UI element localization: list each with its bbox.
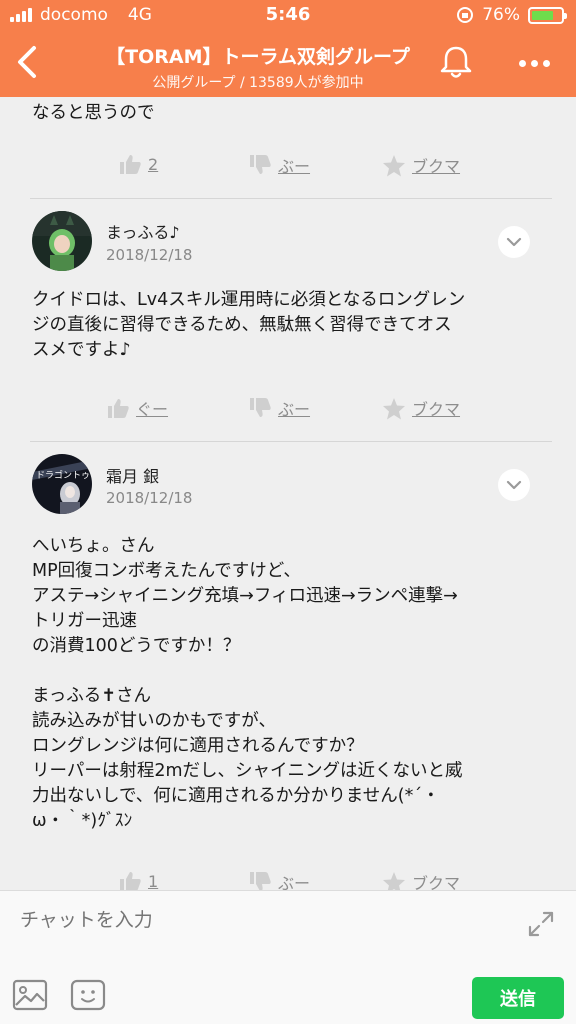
author-name[interactable]: 霜月 銀 [106, 463, 159, 487]
star-icon [383, 154, 405, 176]
post-actions: ぐー ぶー ブクマ [0, 396, 576, 426]
back-arrow-icon[interactable] [8, 40, 48, 84]
post-date: 2018/12/18 [106, 246, 193, 264]
divider [30, 198, 552, 199]
thumbs-up-icon [108, 399, 129, 418]
status-bar: docomo 4G 5:46 76% [0, 0, 576, 30]
star-icon [383, 397, 405, 419]
boo-label: ぶー [278, 874, 311, 890]
stamp-icon[interactable] [70, 979, 106, 1011]
bookmark-button[interactable]: ブクマ [382, 396, 460, 420]
post-date: 2018/12/18 [106, 489, 193, 507]
chevron-down-icon [506, 480, 522, 490]
avatar-text: ドラゴントゥ [36, 469, 90, 481]
like-button[interactable]: 1 [118, 870, 158, 890]
group-title: 【TORAM】トーラム双剣グループ [106, 46, 410, 68]
post-actions: 2 ぶー ブクマ [0, 153, 576, 183]
group-subtitle: 公開グループ / 13589人が参加中 [152, 75, 364, 91]
bell-icon[interactable] [436, 42, 476, 82]
boo-button[interactable]: ぶー [248, 396, 310, 420]
more-menu-icon[interactable] [512, 48, 556, 78]
bookmark-label: ブクマ [412, 874, 461, 890]
group-title-box[interactable]: 【TORAM】トーラム双剣グループ 公開グループ / 13589人が参加中 [70, 42, 446, 92]
like-button[interactable]: ぐー [106, 396, 168, 420]
avatar[interactable]: ドラゴントゥ [32, 454, 92, 514]
chat-input-bar: 送信 [0, 890, 576, 1024]
star-icon [383, 871, 405, 890]
boo-button[interactable]: ぶー [248, 153, 310, 177]
thumbs-down-icon [250, 155, 271, 174]
author-name[interactable]: まっふる♪ [106, 219, 180, 243]
boo-label: ぶー [278, 157, 311, 176]
thumbs-down-icon [250, 872, 271, 890]
expand-icon[interactable] [526, 909, 556, 939]
post-options-button[interactable] [498, 469, 530, 501]
post-actions: 1 ぶー ブクマ [0, 870, 576, 890]
thumbs-down-icon [250, 398, 271, 417]
bookmark-label: ブクマ [412, 157, 461, 176]
thumbs-up-icon [120, 872, 141, 890]
avatar[interactable] [32, 211, 92, 271]
divider [30, 441, 552, 442]
chat-feed[interactable]: なると思うので 2 ぶー ブクマ まっふる♪ 2018/12/18 クイドロは、… [0, 97, 576, 890]
boo-label: ぶー [278, 400, 311, 419]
app-header: docomo 4G 5:46 76% 【TORAM】トーラム双剣グループ 公開グ… [0, 0, 576, 97]
post-text: なると思うので [32, 103, 155, 123]
post-text: クイドロは、Lv4スキル運用時に必須となるロングレン ジの直後に習得できるため、… [32, 290, 466, 360]
like-label: ぐー [136, 400, 169, 419]
boo-button[interactable]: ぶー [248, 870, 310, 890]
image-icon[interactable] [12, 979, 48, 1011]
battery-icon [528, 6, 567, 24]
like-label: 1 [148, 871, 159, 891]
bookmark-label: ブクマ [412, 400, 461, 419]
send-button[interactable]: 送信 [472, 977, 564, 1019]
chevron-down-icon [506, 237, 522, 247]
like-label: 2 [148, 154, 159, 174]
like-button[interactable]: 2 [118, 153, 158, 175]
post-text: へいちょ。さん MP回復コンボ考えたんですけど、 アステ→シャイニング充填→フィ… [32, 536, 463, 831]
nav-bar: 【TORAM】トーラム双剣グループ 公開グループ / 13589人が参加中 [0, 30, 576, 97]
post-options-button[interactable] [498, 226, 530, 258]
bookmark-button[interactable]: ブクマ [382, 870, 460, 890]
bookmark-button[interactable]: ブクマ [382, 153, 460, 177]
battery-percent: 76% [482, 5, 520, 25]
chat-input[interactable] [20, 905, 500, 935]
rotation-lock-icon [457, 7, 474, 23]
thumbs-up-icon [120, 155, 141, 174]
